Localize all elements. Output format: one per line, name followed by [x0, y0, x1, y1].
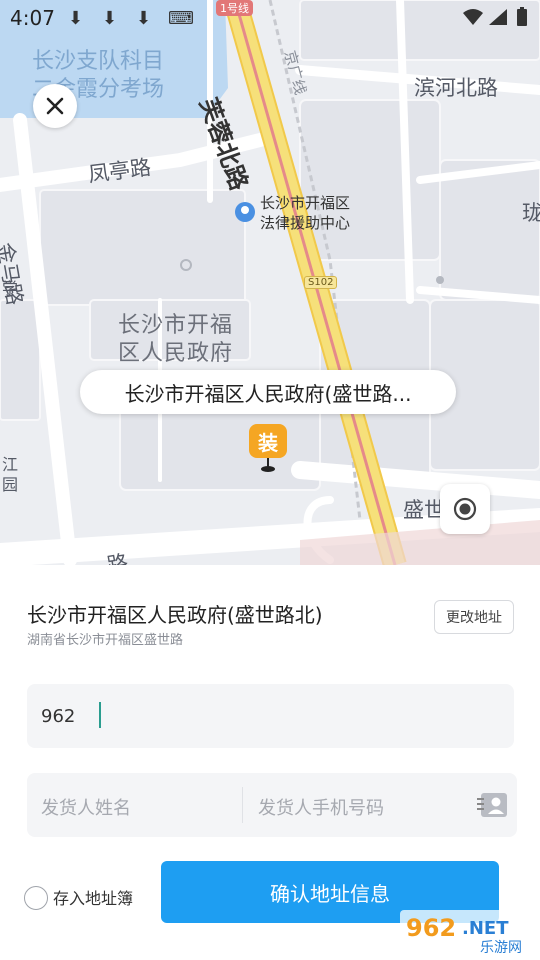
map-label-edge-jiang: 江 园 — [2, 455, 19, 494]
keyboard-icon: ⌨ — [168, 8, 194, 29]
map-label-gov-building: 长沙市开福 区人民政府 — [118, 313, 234, 366]
status-bar: 4:07 ⬇ ⬇ ⬇ ⌨ — [0, 0, 540, 36]
text-caret — [99, 702, 101, 728]
svg-text:乐游网: 乐游网 — [480, 940, 522, 956]
site-watermark: 962 .NET 乐游网 — [400, 910, 536, 956]
save-to-address-book-checkbox[interactable] — [24, 886, 48, 910]
locate-me-button[interactable] — [440, 484, 490, 534]
status-time: 4:07 — [10, 6, 55, 30]
map-label-s102: S102 — [304, 276, 338, 289]
target-icon — [453, 497, 477, 521]
watermark-logo: 962 .NET 乐游网 — [400, 910, 536, 956]
svg-text:962: 962 — [406, 914, 456, 942]
download-icon: ⬇ — [102, 8, 118, 29]
location-pin-icon — [235, 202, 255, 222]
map-label-edge-lu2: 珑 — [522, 201, 540, 225]
sender-contact-row: 发货人姓名 发货人手机号码 — [27, 773, 517, 837]
sender-name-input[interactable]: 发货人姓名 — [41, 794, 131, 820]
pin-base — [261, 466, 275, 472]
close-button[interactable] — [33, 84, 77, 128]
download-icon: ⬇ — [136, 8, 152, 29]
map-label-edge-xue: 学 — [2, 279, 19, 298]
save-to-address-book-label[interactable]: 存入地址簿 — [53, 885, 133, 909]
close-icon — [46, 97, 64, 115]
signal-icon — [489, 9, 507, 25]
download-icon: ⬇ — [68, 8, 84, 29]
map-label-legal-aid-center: 长沙市开福区 法律援助中心 — [260, 194, 351, 232]
svg-text:.NET: .NET — [462, 918, 509, 939]
battery-icon — [517, 7, 527, 26]
contacts-book-icon[interactable] — [477, 791, 509, 819]
selected-location-pin: 装 — [249, 424, 287, 458]
address-detail-value: 962 — [41, 706, 76, 727]
location-callout: 长沙市开福区人民政府(盛世路... — [80, 370, 456, 414]
map-view[interactable]: 长沙支队科目 二金霞分考场 凤亭路 芙蓉北路 1号线 京广线 滨河北路 长沙市开… — [0, 0, 540, 565]
change-address-button[interactable]: 更改地址 — [434, 600, 514, 634]
legal-aid-marker[interactable] — [233, 200, 257, 228]
address-detail-input[interactable]: 962 — [27, 684, 514, 748]
wifi-icon — [463, 9, 483, 25]
sender-phone-input[interactable]: 发货人手机号码 — [258, 794, 384, 820]
address-subtitle: 湖南省长沙市开福区盛世路 — [27, 633, 184, 648]
address-title: 长沙市开福区人民政府(盛世路北) — [27, 603, 323, 627]
map-label-binhe-north-road: 滨河北路 — [414, 76, 498, 100]
field-divider — [242, 787, 243, 823]
address-form-sheet: 长沙市开福区人民政府(盛世路北) 湖南省长沙市开福区盛世路 更改地址 962 发… — [0, 565, 540, 960]
